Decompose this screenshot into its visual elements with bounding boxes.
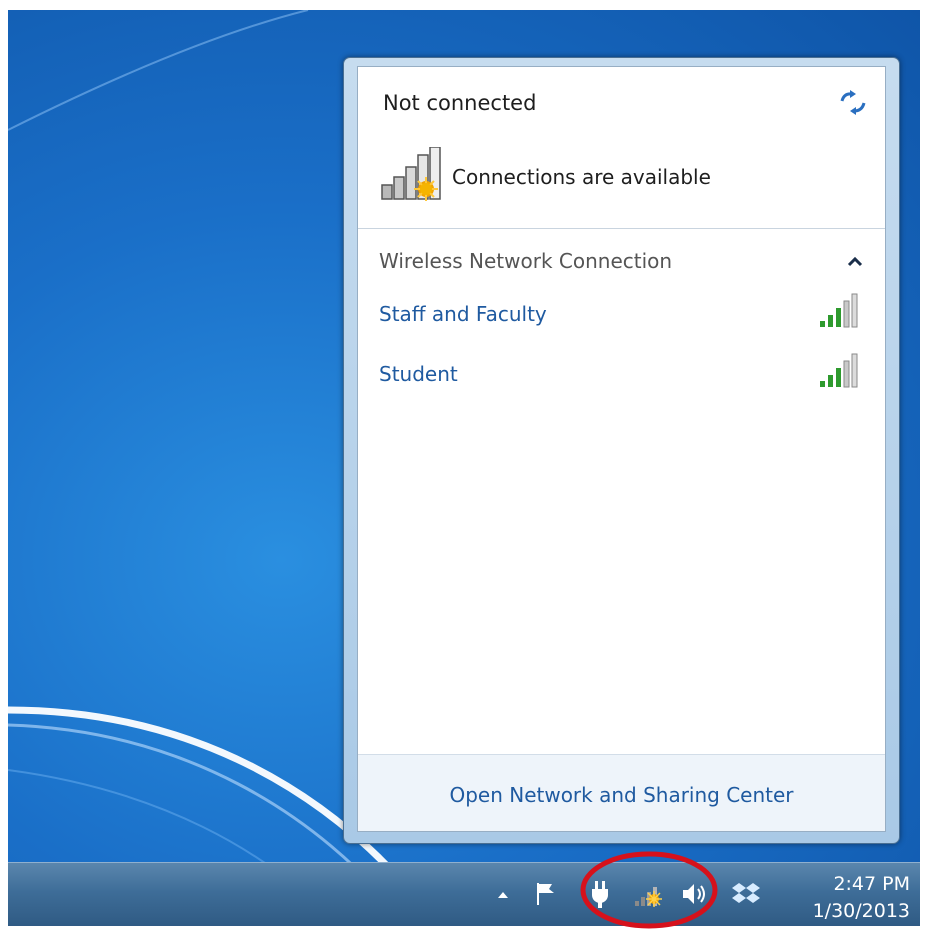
signal-bars-icon [820, 293, 858, 328]
network-item-student[interactable]: Student [358, 353, 885, 397]
show-hidden-icons-button[interactable] [496, 887, 510, 901]
dropbox-icon [732, 883, 760, 903]
refresh-arrows-icon [840, 90, 866, 115]
network-item-staff-and-faculty[interactable]: Staff and Faculty [358, 293, 885, 337]
refresh-networks-button[interactable] [838, 89, 868, 117]
signal-bars-icon [820, 353, 858, 388]
action-center-button[interactable] [534, 881, 558, 907]
connection-status-title: Not connected [383, 91, 537, 115]
connection-status-subtitle: Connections are available [452, 165, 711, 189]
dropbox-button[interactable] [732, 881, 760, 907]
chevron-up-icon [847, 256, 863, 267]
network-status-large-icon [380, 146, 448, 207]
taskbar-clock[interactable]: 2:47 PM 1/30/2013 [813, 871, 910, 925]
network-flyout: Not connected Connections are available … [343, 57, 900, 844]
flyout-footer: Open Network and Sharing Center [358, 754, 885, 831]
collapse-section-button[interactable] [843, 250, 867, 274]
signal-strength-icon [817, 353, 865, 393]
chevron-up-icon [498, 892, 508, 898]
signal-strength-icon [817, 293, 865, 333]
network-name: Staff and Faculty [379, 302, 547, 326]
annotation-circle [580, 851, 718, 929]
header-divider [358, 228, 885, 229]
open-network-sharing-center-link[interactable]: Open Network and Sharing Center [358, 783, 885, 807]
clock-date: 1/30/2013 [812, 900, 910, 922]
taskbar: 2:47 PM 1/30/2013 [8, 862, 920, 926]
network-name: Student [379, 362, 458, 386]
flag-icon [537, 883, 554, 905]
network-flyout-panel: Not connected Connections are available … [357, 66, 886, 832]
signal-bars-warning-icon [381, 146, 441, 201]
clock-time: 2:47 PM [833, 873, 910, 895]
section-label-wireless: Wireless Network Connection [379, 249, 673, 273]
